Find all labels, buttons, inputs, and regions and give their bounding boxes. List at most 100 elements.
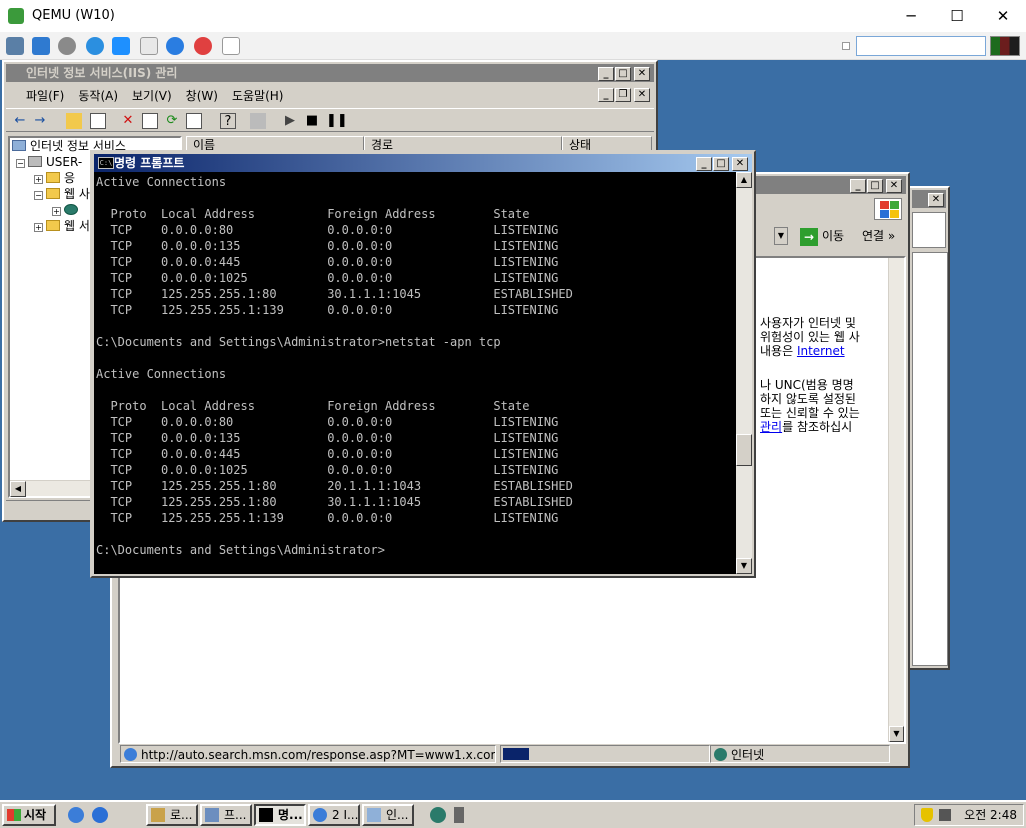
ie2-content-area — [912, 212, 946, 248]
expand-icon[interactable]: + — [34, 175, 43, 184]
delete-icon[interactable]: ✕ — [120, 113, 136, 129]
scroll-up-icon[interactable]: ▲ — [736, 172, 752, 188]
security-shield-icon[interactable] — [921, 808, 933, 822]
menu-view[interactable]: 보기(V) — [132, 87, 172, 104]
tree-item[interactable]: − 웹 사 — [34, 186, 90, 202]
child-minimize-icon[interactable]: _ — [598, 88, 614, 102]
child-restore-icon[interactable]: ❐ — [615, 88, 631, 102]
tree-item[interactable]: + 웹 서 — [34, 218, 90, 234]
quicklaunch-more-icon[interactable] — [454, 807, 464, 823]
address-dropdown-icon[interactable]: ▼ — [774, 227, 788, 245]
menu-help[interactable]: 도움말(H) — [232, 87, 284, 104]
refresh-icon[interactable]: ⟳ — [164, 113, 180, 129]
task-button[interactable]: 로... — [146, 804, 198, 826]
child-close-icon[interactable]: ✕ — [634, 88, 650, 102]
security-zone: 인터넷 — [710, 745, 890, 763]
system-tray: 오전 2:48 — [914, 804, 1024, 826]
command-prompt-window: C:\ 명령 프롬프트 _ □ ✕ Active Connections Pro… — [90, 150, 756, 578]
clock[interactable]: 오전 2:48 — [964, 805, 1017, 825]
taskbar: 시작 로... 프... 명... 2 I... 인... 오전 2:48 — [0, 800, 1026, 828]
show-tree-icon[interactable] — [90, 113, 106, 129]
console-output[interactable]: Active Connections Proto Local Address F… — [94, 172, 738, 574]
start-button[interactable]: 시작 — [2, 804, 56, 826]
tree-computer[interactable]: − USER- — [16, 154, 82, 170]
scroll-thumb[interactable] — [736, 434, 752, 466]
stop-icon[interactable]: ■ — [304, 113, 320, 129]
maximize-icon[interactable]: □ — [615, 67, 631, 81]
host-window-title: QEMU (W10) — [32, 8, 115, 23]
pause-icon[interactable]: ❚❚ — [326, 113, 348, 129]
tree-item[interactable]: + — [52, 202, 82, 218]
computer-icon[interactable] — [250, 113, 266, 129]
go-arrow-icon: → — [800, 227, 818, 246]
tree-item[interactable]: + 응 — [34, 170, 75, 186]
ie-quicklaunch-icon[interactable] — [92, 807, 108, 823]
expand-icon[interactable]: + — [52, 207, 61, 216]
iis-titlebar: 인터넷 정보 서비스(IIS) 관리 _ □ ✕ — [6, 64, 654, 82]
expand-icon[interactable]: + — [34, 223, 43, 232]
up-folder-icon[interactable] — [66, 113, 82, 129]
toolbar-checkbox[interactable] — [842, 42, 850, 50]
ie-vscrollbar[interactable]: ▼ — [888, 258, 904, 742]
task-button-active[interactable]: 명... — [254, 804, 306, 826]
properties-icon[interactable] — [142, 113, 158, 129]
console-icon — [259, 808, 273, 822]
forward-arrow-icon[interactable]: → — [32, 113, 48, 129]
minimize-icon[interactable]: _ — [598, 67, 614, 81]
refresh-icon[interactable] — [86, 37, 104, 55]
scroll-down-icon[interactable]: ▼ — [736, 558, 752, 574]
close-icon[interactable]: ✕ — [928, 193, 944, 207]
globe-icon[interactable] — [430, 807, 446, 823]
close-icon[interactable]: ✕ — [732, 157, 748, 171]
menu-window[interactable]: 창(W) — [186, 87, 218, 104]
power-off-icon[interactable] — [194, 37, 212, 55]
settings-cog-icon[interactable] — [6, 37, 24, 55]
info-icon[interactable] — [166, 37, 184, 55]
task-button[interactable]: 인... — [362, 804, 414, 826]
disk-icon[interactable] — [140, 37, 158, 55]
background-window-titlebar: ✕ — [912, 190, 946, 208]
status-url: http://auto.search.msn.com/response.asp?… — [120, 745, 496, 763]
globe-icon — [714, 748, 727, 761]
qemu-icon — [8, 8, 24, 24]
host-titlebar: QEMU (W10) ─ ☐ ✕ — [0, 0, 1026, 32]
maximize-icon[interactable]: □ — [867, 179, 883, 193]
preview-thumbnail[interactable] — [990, 36, 1020, 56]
maximize-button[interactable]: ☐ — [934, 4, 980, 28]
collapse-icon[interactable]: − — [34, 191, 43, 200]
minimize-icon[interactable]: _ — [850, 179, 866, 193]
close-button[interactable]: ✕ — [980, 4, 1026, 28]
eject-icon[interactable] — [222, 37, 240, 55]
host-search-input[interactable] — [856, 36, 986, 56]
close-icon[interactable]: ✕ — [634, 67, 650, 81]
windows-key-icon[interactable] — [112, 37, 130, 55]
ie-quicklaunch-icon[interactable] — [68, 807, 84, 823]
internet-link[interactable]: Internet — [797, 344, 845, 358]
export-list-icon[interactable] — [186, 113, 202, 129]
collapse-icon[interactable]: − — [16, 159, 25, 168]
cmd-vscrollbar[interactable]: ▲ ▼ — [736, 172, 752, 574]
menu-action[interactable]: 동작(A) — [78, 87, 118, 104]
task-icon — [151, 808, 165, 822]
maximize-icon[interactable]: □ — [713, 157, 729, 171]
close-icon[interactable]: ✕ — [886, 179, 902, 193]
back-arrow-icon[interactable]: ← — [12, 113, 28, 129]
help-icon[interactable]: ? — [220, 113, 236, 129]
task-button[interactable]: 2 I... — [308, 804, 360, 826]
scroll-left-icon[interactable]: ◀ — [10, 481, 26, 497]
fullscreen-icon[interactable] — [32, 37, 50, 55]
menu-file[interactable]: 파일(F) — [26, 87, 64, 104]
scroll-down-icon[interactable]: ▼ — [889, 726, 904, 742]
windows-logo-icon — [874, 198, 902, 220]
links-button[interactable]: 연결 » — [862, 226, 895, 246]
task-button[interactable]: 프... — [200, 804, 252, 826]
ie-statusbar: http://auto.search.msn.com/response.asp?… — [116, 744, 904, 764]
minimize-icon[interactable]: _ — [696, 157, 712, 171]
gear-icon[interactable] — [58, 37, 76, 55]
play-icon[interactable]: ▶ — [282, 113, 298, 129]
go-button[interactable]: → 이동 — [800, 226, 858, 246]
minimize-button[interactable]: ─ — [888, 4, 934, 28]
windows-flag-icon — [7, 809, 21, 821]
speaker-icon[interactable] — [939, 809, 951, 821]
manage-link[interactable]: 관리 — [760, 420, 782, 434]
